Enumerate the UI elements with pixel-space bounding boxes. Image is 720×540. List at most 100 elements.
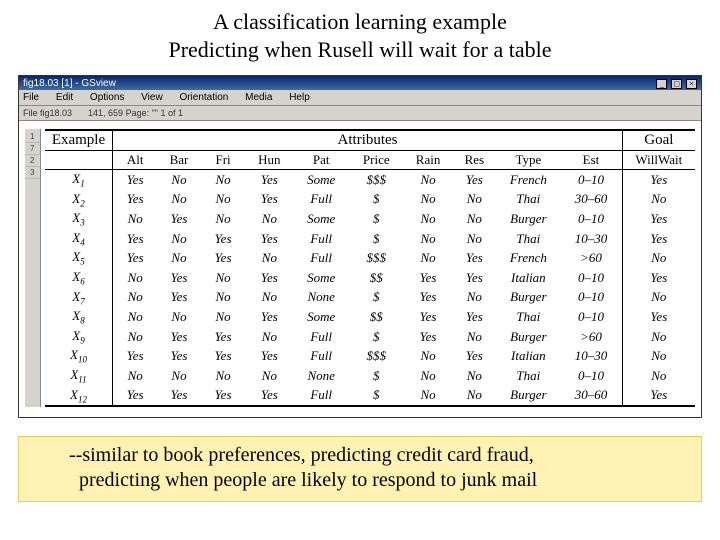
cell: $ (349, 366, 404, 386)
cell: Yes (245, 346, 293, 366)
cell: $$ (349, 268, 404, 288)
cell: Yes (404, 268, 452, 288)
cell: No (452, 327, 496, 347)
header-row-top: Example Attributes Goal (45, 130, 695, 151)
cell: None (294, 366, 349, 386)
cell: Some (294, 268, 349, 288)
cell: No (157, 229, 201, 249)
row-example-id: X5 (45, 248, 113, 268)
cell: 0–10 (560, 288, 622, 308)
cell: Yes (157, 327, 201, 347)
ruler-mark: 2 (25, 155, 40, 167)
header-row-sub: Alt Bar Fri Hun Pat Price Rain Res Type … (45, 151, 695, 170)
cell: No (622, 248, 695, 268)
cell: Yes (452, 307, 496, 327)
menu-view[interactable]: View (141, 92, 163, 103)
cell: No (157, 248, 201, 268)
col-price: Price (349, 151, 404, 170)
menu-help[interactable]: Help (289, 92, 310, 103)
table-row: X8NoNoNoYesSome$$YesYesThai0–10Yes (45, 307, 695, 327)
caption-line1: --similar to book preferences, predictin… (69, 444, 534, 466)
cell: 30–60 (560, 386, 622, 407)
cell: 30–60 (560, 190, 622, 210)
cell: No (157, 366, 201, 386)
cell: $ (349, 190, 404, 210)
cell: No (404, 229, 452, 249)
row-example-id: X9 (45, 327, 113, 347)
slide-title: A classification learning example Predic… (0, 0, 720, 69)
cell: $ (349, 386, 404, 407)
cell: No (201, 288, 245, 308)
caption-line2: predicting when people are likely to res… (79, 469, 537, 491)
cell: $$$ (349, 170, 404, 190)
cell: Full (294, 190, 349, 210)
cell: Yes (113, 229, 157, 249)
col-willwait: WillWait (622, 151, 695, 170)
data-table: Example Attributes Goal Alt Bar Fri Hun … (45, 129, 695, 407)
maximize-button[interactable]: ▢ (671, 79, 682, 89)
cell: Yes (404, 327, 452, 347)
cell: No (452, 190, 496, 210)
cell: Yes (452, 268, 496, 288)
menu-media[interactable]: Media (245, 92, 272, 103)
cell: No (404, 386, 452, 407)
minimize-button[interactable]: _ (656, 79, 667, 89)
cell: No (201, 170, 245, 190)
cell: No (201, 209, 245, 229)
cell: No (452, 366, 496, 386)
table-row: X6NoYesNoYesSome$$YesYesItalian0–10Yes (45, 268, 695, 288)
cell: Yes (245, 170, 293, 190)
table-row: X11NoNoNoNoNone$NoNoThai0–10No (45, 366, 695, 386)
ruler-mark: 1 (25, 131, 40, 143)
table-row: X5YesNoYesNoFull$$$NoYesFrench>60No (45, 248, 695, 268)
row-example-id: X1 (45, 170, 113, 190)
row-example-id: X8 (45, 307, 113, 327)
cell: Yes (201, 248, 245, 268)
row-example-id: X11 (45, 366, 113, 386)
cell: Yes (201, 386, 245, 407)
menu-options[interactable]: Options (90, 92, 124, 103)
close-button[interactable]: × (686, 79, 697, 89)
cell: Yes (201, 327, 245, 347)
cell: $ (349, 229, 404, 249)
row-example-id: X12 (45, 386, 113, 407)
cell: 0–10 (560, 268, 622, 288)
cell: Yes (113, 346, 157, 366)
table-body: X1YesNoNoYesSome$$$NoYesFrench0–10YesX2Y… (45, 170, 695, 407)
cell: No (452, 386, 496, 407)
menu-orientation[interactable]: Orientation (179, 92, 228, 103)
cell: >60 (560, 248, 622, 268)
cell: Yes (245, 307, 293, 327)
menu-edit[interactable]: Edit (56, 92, 73, 103)
table-row: X9NoYesYesNoFull$YesNoBurger>60No (45, 327, 695, 347)
cell: $$ (349, 307, 404, 327)
cell: Thai (496, 307, 560, 327)
caption-box: --similar to book preferences, predictin… (18, 436, 702, 502)
col-type: Type (496, 151, 560, 170)
col-res: Res (452, 151, 496, 170)
cell: $ (349, 209, 404, 229)
cell: No (452, 288, 496, 308)
col-est: Est (560, 151, 622, 170)
cell: Yes (404, 288, 452, 308)
toolbar-file-label: File fig18.03 (23, 108, 72, 118)
row-example-id: X3 (45, 209, 113, 229)
cell: Yes (157, 209, 201, 229)
cell: No (622, 190, 695, 210)
cell: Yes (452, 248, 496, 268)
cell: No (622, 346, 695, 366)
cell: No (201, 190, 245, 210)
toolbar: File fig18.03 141, 659 Page: "" 1 of 1 (19, 106, 701, 121)
window-title: fig18.03 [1] - GSview (23, 78, 116, 89)
menu-file[interactable]: File (23, 92, 39, 103)
cell: No (404, 190, 452, 210)
cell: No (201, 307, 245, 327)
col-fri: Fri (201, 151, 245, 170)
cell: No (622, 327, 695, 347)
table-row: X2YesNoNoYesFull$NoNoThai30–60No (45, 190, 695, 210)
cell: No (622, 366, 695, 386)
app-window: fig18.03 [1] - GSview _ ▢ × File Edit Op… (18, 75, 702, 418)
col-alt: Alt (113, 151, 157, 170)
cell: No (113, 209, 157, 229)
cell: 10–30 (560, 346, 622, 366)
